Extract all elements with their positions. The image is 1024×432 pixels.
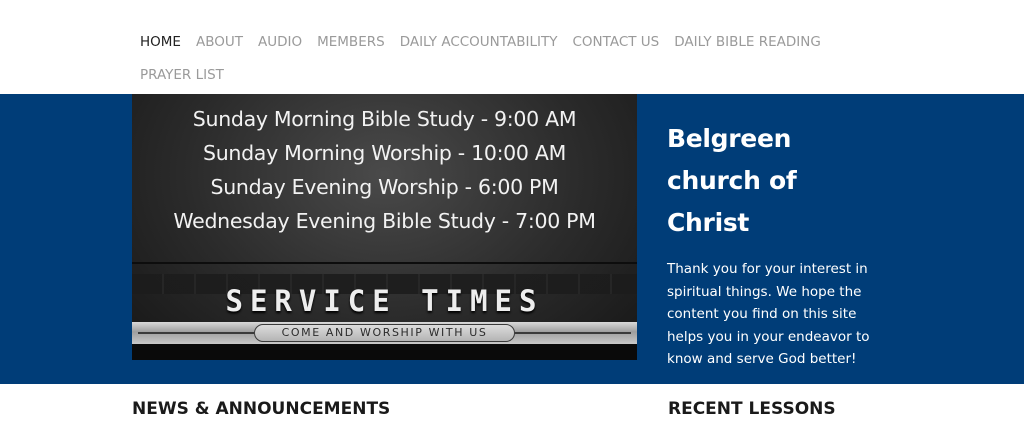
nav-row-2: PRAYER LIST bbox=[140, 59, 840, 91]
schedule-line: Sunday Evening Worship - 6:00 PM bbox=[210, 175, 559, 199]
schedule-line: Wednesday Evening Bible Study - 7:00 PM bbox=[173, 209, 596, 233]
site-title-line: Christ bbox=[667, 208, 750, 237]
main-nav: HOME ABOUT AUDIO MEMBERS DAILY ACCOUNTAB… bbox=[140, 26, 840, 91]
welcome-text: Thank you for your interest in spiritual… bbox=[667, 261, 870, 367]
nav-prayer-list[interactable]: PRAYER LIST bbox=[140, 67, 224, 83]
site-title-line: Belgreen bbox=[667, 124, 792, 153]
nav-members[interactable]: MEMBERS bbox=[317, 34, 385, 50]
site-title: Belgreen church of Christ bbox=[667, 118, 847, 244]
nav-row-1: HOME ABOUT AUDIO MEMBERS DAILY ACCOUNTAB… bbox=[140, 26, 840, 58]
banner-divider bbox=[132, 262, 637, 264]
recent-lessons-heading: RECENT LESSONS bbox=[668, 399, 836, 419]
schedule-line: Sunday Morning Bible Study - 9:00 AM bbox=[192, 107, 577, 131]
tagline-rule-right bbox=[515, 332, 631, 334]
nav-contact-us[interactable]: CONTACT US bbox=[572, 34, 659, 50]
service-schedule: Sunday Morning Bible Study - 9:00 AM Sun… bbox=[132, 102, 637, 238]
news-announcements-heading: NEWS & ANNOUNCEMENTS bbox=[132, 399, 391, 419]
nav-daily-bible-reading[interactable]: DAILY BIBLE READING bbox=[674, 34, 821, 50]
banner-bottom-edge bbox=[132, 344, 637, 360]
tagline-rule-left bbox=[138, 332, 254, 334]
schedule-line: Sunday Morning Worship - 10:00 AM bbox=[203, 141, 566, 165]
nav-home[interactable]: HOME bbox=[140, 34, 181, 50]
nav-audio[interactable]: AUDIO bbox=[258, 34, 302, 50]
service-times-banner: Sunday Morning Bible Study - 9:00 AM Sun… bbox=[132, 94, 637, 360]
tagline-bar: COME AND WORSHIP WITH US bbox=[132, 322, 637, 344]
nav-about[interactable]: ABOUT bbox=[196, 34, 243, 50]
banner-tagline: COME AND WORSHIP WITH US bbox=[254, 324, 515, 342]
service-times-headline: SERVICE TIMES bbox=[225, 284, 544, 318]
nav-daily-accountability[interactable]: DAILY ACCOUNTABILITY bbox=[400, 34, 558, 50]
site-title-line: church of bbox=[667, 166, 797, 195]
